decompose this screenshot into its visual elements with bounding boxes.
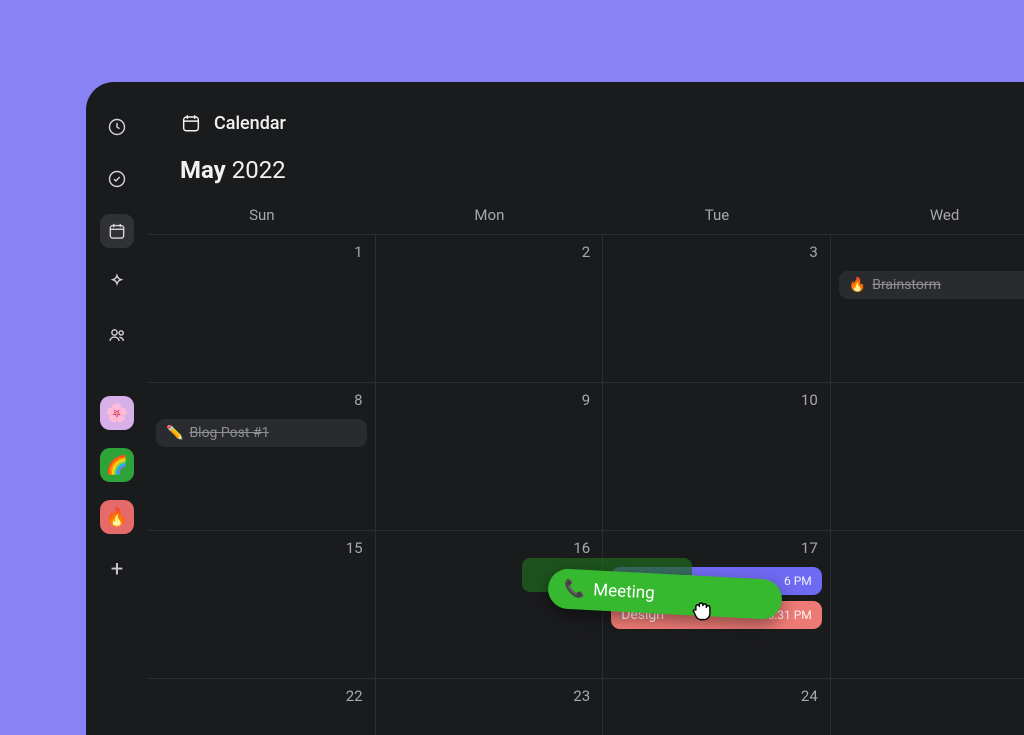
workspace-avatar-3[interactable]: 🔥 bbox=[100, 500, 134, 534]
day-header: Sun bbox=[148, 206, 376, 224]
workspace-avatar-2[interactable]: 🌈 bbox=[100, 448, 134, 482]
header: Calendar May 2022 bbox=[148, 82, 1024, 206]
app-window: 🌸 🌈 🔥 + Calendar May 2022 Sun Mon Tue We… bbox=[86, 82, 1024, 735]
calendar-cell[interactable]: 11 bbox=[831, 383, 1024, 531]
day-header: Tue bbox=[603, 206, 831, 224]
sidebar-clock-button[interactable] bbox=[100, 110, 134, 144]
calendar-cell[interactable]: 10 bbox=[603, 383, 831, 531]
sidebar: 🌸 🌈 🔥 + bbox=[86, 82, 148, 735]
calendar-cell[interactable]: 23 bbox=[376, 679, 604, 735]
calendar-cell[interactable]: 9 bbox=[376, 383, 604, 531]
calendar-cell[interactable]: 15 bbox=[148, 531, 376, 679]
sidebar-star-button[interactable] bbox=[100, 266, 134, 300]
calendar-week: 1 2 3 4 🔥Brainstorm bbox=[148, 235, 1024, 383]
page-title: Calendar bbox=[214, 113, 286, 134]
cursor-grab-icon bbox=[688, 596, 716, 624]
calendar-week: 8 ✏️Blog Post #1 9 10 11 bbox=[148, 383, 1024, 531]
phone-icon: 📞 bbox=[564, 579, 586, 600]
event-blogpost[interactable]: ✏️Blog Post #1 bbox=[156, 419, 367, 447]
workspace-avatar-1[interactable]: 🌸 bbox=[100, 396, 134, 430]
day-header: Wed bbox=[831, 206, 1024, 224]
calendar-cell[interactable]: 2 bbox=[376, 235, 604, 383]
calendar-cell[interactable]: 18 bbox=[831, 531, 1024, 679]
calendar-icon bbox=[107, 221, 127, 241]
calendar-cell[interactable]: 8 ✏️Blog Post #1 bbox=[148, 383, 376, 531]
check-circle-icon bbox=[107, 169, 127, 189]
day-header: Mon bbox=[376, 206, 604, 224]
clock-icon bbox=[107, 117, 127, 137]
calendar-cell[interactable]: 3 bbox=[603, 235, 831, 383]
calendar-weeks: 1 2 3 4 🔥Brainstorm 8 bbox=[148, 234, 1024, 735]
sidebar-calendar-button[interactable] bbox=[100, 214, 134, 248]
main-panel: Calendar May 2022 Sun Mon Tue Wed 1 2 3 bbox=[148, 82, 1024, 735]
calendar-cell[interactable]: 4 🔥Brainstorm bbox=[831, 235, 1024, 383]
calendar-week: 22 23 24 25 bbox=[148, 679, 1024, 735]
calendar-cell[interactable]: 1 bbox=[148, 235, 376, 383]
calendar-cell[interactable]: 22 bbox=[148, 679, 376, 735]
calendar-cell[interactable]: 24 bbox=[603, 679, 831, 735]
calendar-grid: Sun Mon Tue Wed 1 2 3 4 🔥Brainstorm bbox=[148, 206, 1024, 735]
sidebar-tasks-button[interactable] bbox=[100, 162, 134, 196]
event-brainstorm[interactable]: 🔥Brainstorm bbox=[839, 271, 1024, 299]
day-headers: Sun Mon Tue Wed bbox=[148, 206, 1024, 234]
star-icon bbox=[107, 273, 127, 293]
calendar-icon bbox=[180, 112, 202, 134]
sidebar-people-button[interactable] bbox=[100, 318, 134, 352]
month-label: May 2022 bbox=[180, 156, 1024, 184]
add-workspace-button[interactable]: + bbox=[100, 552, 134, 586]
people-icon bbox=[107, 325, 127, 345]
calendar-cell[interactable]: 25 bbox=[831, 679, 1024, 735]
